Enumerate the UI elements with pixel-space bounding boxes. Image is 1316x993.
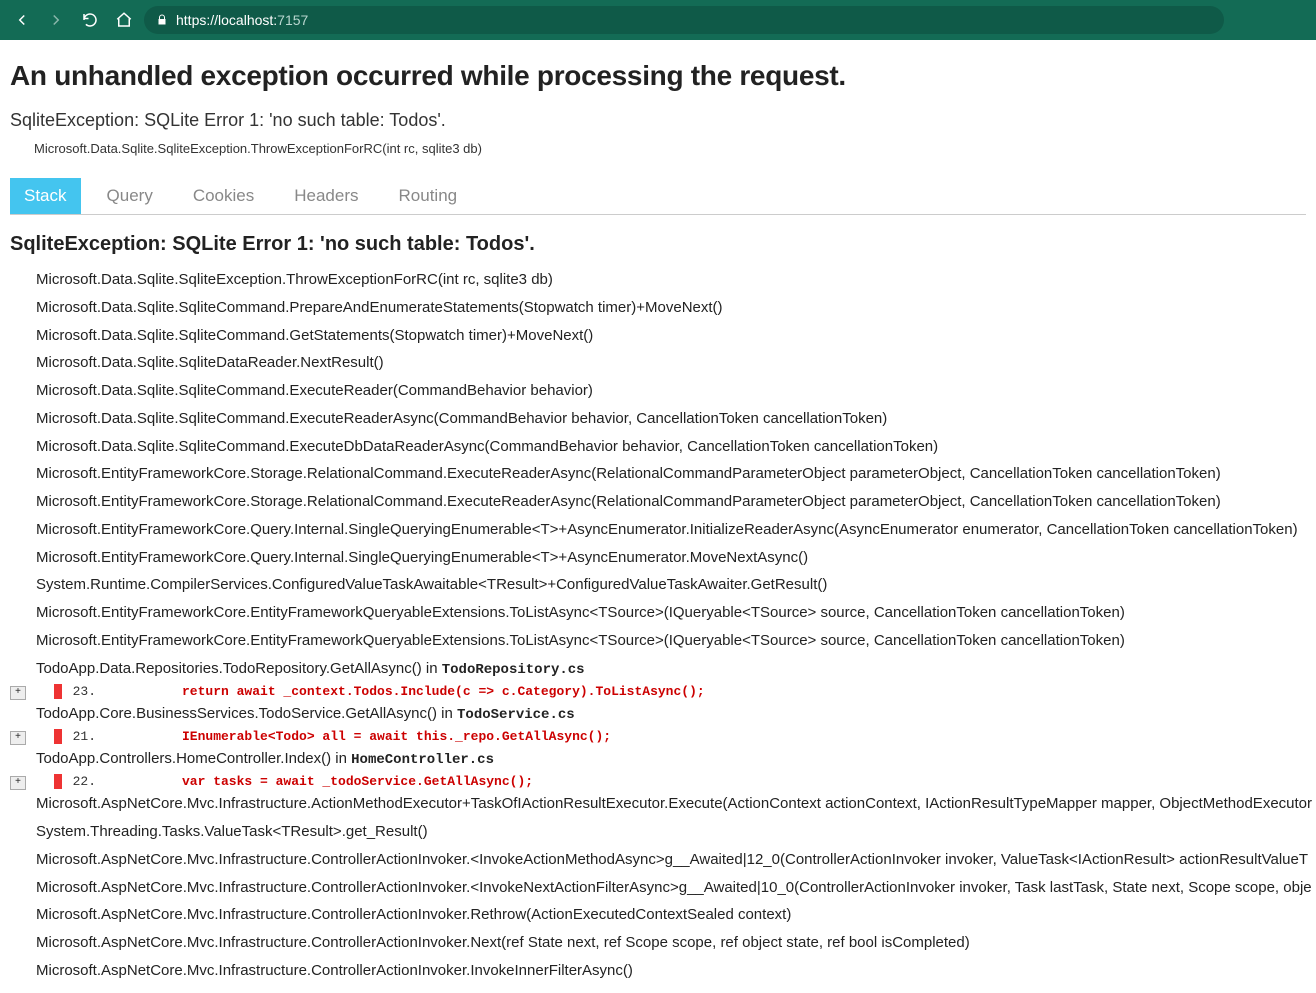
source-file: TodoRepository.cs [442, 662, 585, 678]
code-text: IEnumerable<Todo> all = await this._repo… [102, 729, 611, 744]
code-line: 23.return await _context.Todos.Include(c… [36, 684, 1306, 699]
stack-frame[interactable]: Microsoft.EntityFrameworkCore.Query.Inte… [36, 516, 1306, 544]
stack-frame[interactable]: Microsoft.AspNetCore.Mvc.Infrastructure.… [36, 901, 1306, 929]
url-port: 7157 [277, 12, 308, 28]
address-bar[interactable]: https://localhost:7157 [144, 6, 1224, 34]
stack-frame[interactable]: Microsoft.EntityFrameworkCore.Storage.Re… [36, 460, 1306, 488]
line-number: 23. [62, 684, 102, 699]
stack-frame[interactable]: Microsoft.EntityFrameworkCore.EntityFram… [36, 627, 1306, 655]
stack-frame[interactable]: System.Runtime.CompilerServices.Configur… [36, 571, 1306, 599]
tab-routing[interactable]: Routing [385, 178, 472, 214]
expand-button[interactable]: + [10, 686, 26, 700]
stack-frame[interactable]: Microsoft.AspNetCore.Mvc.Infrastructure.… [36, 846, 1306, 874]
stack-frames: Microsoft.Data.Sqlite.SqliteException.Th… [10, 266, 1306, 985]
stack-frame[interactable]: Microsoft.EntityFrameworkCore.Storage.Re… [36, 488, 1306, 516]
code-text: return await _context.Todos.Include(c =>… [102, 684, 705, 699]
stack-frame[interactable]: Microsoft.Data.Sqlite.SqliteCommand.GetS… [36, 322, 1306, 350]
tab-query[interactable]: Query [93, 178, 167, 214]
code-block: +21.IEnumerable<Todo> all = await this._… [36, 729, 1306, 744]
stack-frame[interactable]: Microsoft.Data.Sqlite.SqliteCommand.Exec… [36, 377, 1306, 405]
stack-frame[interactable]: System.Threading.Tasks.ValueTask<TResult… [36, 818, 1306, 846]
gutter-bar [54, 774, 62, 789]
stack-frame[interactable]: Microsoft.AspNetCore.Mvc.Infrastructure.… [36, 929, 1306, 957]
back-icon[interactable] [8, 6, 36, 34]
browser-toolbar: https://localhost:7157 [0, 0, 1316, 40]
stack-frame[interactable]: TodoApp.Core.BusinessServices.TodoServic… [36, 700, 1306, 728]
line-number: 21. [62, 729, 102, 744]
code-block: +22.var tasks = await _todoService.GetAl… [36, 774, 1306, 789]
home-icon[interactable] [110, 6, 138, 34]
reload-icon[interactable] [76, 6, 104, 34]
gutter-bar [54, 684, 62, 699]
expand-button[interactable]: + [10, 776, 26, 790]
frame-method: TodoApp.Data.Repositories.TodoRepository… [36, 660, 442, 677]
code-line: 22.var tasks = await _todoService.GetAll… [36, 774, 1306, 789]
code-line: 21.IEnumerable<Todo> all = await this._r… [36, 729, 1306, 744]
tab-stack[interactable]: Stack [10, 178, 81, 214]
stack-frame[interactable]: Microsoft.Data.Sqlite.SqliteCommand.Exec… [36, 433, 1306, 461]
tabs: Stack Query Cookies Headers Routing [10, 178, 1306, 215]
stack-frame[interactable]: Microsoft.Data.Sqlite.SqliteException.Th… [36, 266, 1306, 294]
lock-icon [156, 14, 168, 26]
tab-headers[interactable]: Headers [280, 178, 372, 214]
tab-cookies[interactable]: Cookies [179, 178, 268, 214]
frame-method: TodoApp.Controllers.HomeController.Index… [36, 750, 351, 767]
stack-frame[interactable]: Microsoft.EntityFrameworkCore.Query.Inte… [36, 544, 1306, 572]
stack-frame[interactable]: Microsoft.Data.Sqlite.SqliteDataReader.N… [36, 349, 1306, 377]
stack-frame[interactable]: Microsoft.AspNetCore.Mvc.Infrastructure.… [36, 874, 1306, 902]
source-file: TodoService.cs [457, 707, 575, 723]
exception-source: Microsoft.Data.Sqlite.SqliteException.Th… [34, 137, 1306, 156]
exception-summary: SqliteException: SQLite Error 1: 'no suc… [10, 110, 1306, 131]
page-title: An unhandled exception occurred while pr… [10, 60, 1306, 92]
gutter-bar [54, 729, 62, 744]
expand-button[interactable]: + [10, 731, 26, 745]
stack-frame[interactable]: Microsoft.AspNetCore.Mvc.Infrastructure.… [36, 957, 1306, 985]
url-host: https://localhost: [176, 12, 277, 28]
stack-frame[interactable]: Microsoft.Data.Sqlite.SqliteCommand.Prep… [36, 294, 1306, 322]
stack-frame[interactable]: Microsoft.AspNetCore.Mvc.Infrastructure.… [36, 790, 1306, 818]
page-content: An unhandled exception occurred while pr… [0, 40, 1316, 993]
frame-method: TodoApp.Core.BusinessServices.TodoServic… [36, 705, 457, 722]
code-block: +23.return await _context.Todos.Include(… [36, 684, 1306, 699]
stack-heading: SqliteException: SQLite Error 1: 'no suc… [10, 233, 1306, 256]
stack-frame[interactable]: TodoApp.Data.Repositories.TodoRepository… [36, 655, 1306, 683]
code-text: var tasks = await _todoService.GetAllAsy… [102, 774, 533, 789]
line-number: 22. [62, 774, 102, 789]
forward-icon[interactable] [42, 6, 70, 34]
source-file: HomeController.cs [351, 752, 494, 768]
stack-frame[interactable]: Microsoft.Data.Sqlite.SqliteCommand.Exec… [36, 405, 1306, 433]
stack-frame[interactable]: TodoApp.Controllers.HomeController.Index… [36, 745, 1306, 773]
stack-frame[interactable]: Microsoft.EntityFrameworkCore.EntityFram… [36, 599, 1306, 627]
